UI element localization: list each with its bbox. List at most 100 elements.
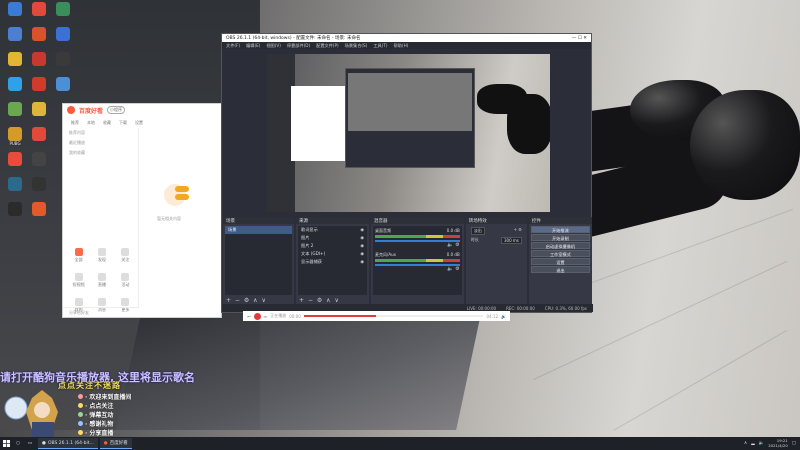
- grid-item[interactable]: 直播: [90, 273, 113, 288]
- empty-illustration: [164, 184, 189, 206]
- source-item[interactable]: 显示器捕获 ◉: [298, 258, 367, 266]
- menu-help[interactable]: 帮助(H): [394, 43, 409, 49]
- desktop-icon[interactable]: [52, 27, 74, 41]
- grid-item[interactable]: 关注: [114, 248, 137, 263]
- volume-icon[interactable]: 🔊: [501, 314, 506, 319]
- transition-select[interactable]: 淡出: [470, 227, 485, 235]
- desktop-icon[interactable]: [4, 52, 26, 66]
- grid-item[interactable]: 全部: [67, 248, 90, 263]
- eye-icon[interactable]: ◉: [360, 259, 364, 265]
- minimize-icon[interactable]: —: [572, 36, 577, 41]
- gear-icon[interactable]: ⚙: [455, 266, 459, 272]
- desktop-icon[interactable]: [4, 152, 26, 166]
- desktop-icon[interactable]: [28, 77, 50, 91]
- app-tab[interactable]: 收藏: [103, 120, 111, 126]
- desktop-icon[interactable]: PUBG: [4, 127, 26, 146]
- chevron-up-icon[interactable]: ∧: [744, 441, 747, 446]
- desktop-icon[interactable]: [28, 52, 50, 66]
- menu-tools[interactable]: 工具(T): [373, 43, 387, 49]
- add-transition-icon[interactable]: + ⚙: [514, 227, 522, 235]
- obs-preview[interactable]: [267, 54, 550, 212]
- menu-file[interactable]: 文件(F): [226, 43, 240, 49]
- desktop-icon[interactable]: [52, 77, 74, 91]
- search-icon[interactable]: ○: [12, 437, 24, 450]
- notification-icon[interactable]: ▢: [792, 441, 796, 446]
- exit-button[interactable]: 退出: [530, 266, 590, 273]
- desktop-icon[interactable]: [28, 177, 50, 191]
- sidebar-item[interactable]: 最近播放: [63, 138, 138, 148]
- desktop-icon[interactable]: [52, 52, 74, 66]
- app-icon: [8, 202, 22, 216]
- speaker-icon[interactable]: 🔈: [447, 266, 453, 272]
- sources-toolbar[interactable]: + − ⚙ ∧ ∨: [299, 297, 340, 304]
- sources-title: 来源: [296, 217, 369, 224]
- desktop-icon[interactable]: [28, 102, 50, 116]
- music-player[interactable]: ⏮ ⏭ 正在播放 00:00 04:12 🔊: [243, 311, 510, 321]
- menu-docks[interactable]: 停靠部件(D): [287, 43, 310, 49]
- next-icon[interactable]: ⏭: [264, 314, 268, 319]
- volume-icon[interactable]: 🔈: [759, 441, 765, 446]
- grid-item[interactable]: 活动: [114, 273, 137, 288]
- desktop-icon[interactable]: [28, 27, 50, 41]
- scene-item[interactable]: 场景: [225, 226, 293, 234]
- desktop-icon[interactable]: [28, 2, 50, 16]
- app-tab[interactable]: 下载: [119, 120, 127, 126]
- app-window[interactable]: 百度好看 小程序 推荐 本地 收藏 下载 设置 推荐内容 最近播放 我的收藏 全…: [62, 103, 222, 318]
- windows-start-icon[interactable]: [0, 437, 12, 450]
- taskbar-item-obs[interactable]: ● OBS 26.1.1 (64-bit...: [38, 438, 98, 449]
- source-item[interactable]: 歌词显示 ◉: [298, 226, 367, 234]
- eye-icon[interactable]: ◉: [360, 243, 364, 249]
- floor-line: [613, 330, 787, 431]
- menu-view[interactable]: 视图(V): [266, 43, 281, 49]
- close-icon[interactable]: ✕: [583, 36, 587, 41]
- app-icon: [32, 2, 46, 16]
- gear-icon[interactable]: ⚙: [455, 242, 459, 248]
- scenes-toolbar[interactable]: + − ⚙ ∧ ∨: [226, 297, 267, 304]
- obs-window[interactable]: OBS 26.1.1 (64-bit, windows) - 配置文件: 未命名…: [221, 33, 593, 313]
- grid-item[interactable]: 发现: [90, 248, 113, 263]
- desktop-icon[interactable]: [28, 202, 50, 216]
- settings-button[interactable]: 设置: [530, 258, 590, 265]
- desktop-icon[interactable]: [28, 152, 50, 166]
- progress-bar[interactable]: [303, 315, 484, 317]
- start-recording-button[interactable]: 开始录制: [530, 234, 590, 241]
- desktop-icon[interactable]: [28, 127, 50, 141]
- start-streaming-button[interactable]: 开始推流: [530, 226, 590, 233]
- app-tab[interactable]: 本地: [87, 120, 95, 126]
- obs-title-bar[interactable]: OBS 26.1.1 (64-bit, windows) - 配置文件: 未命名…: [222, 34, 591, 42]
- source-item[interactable]: 图片 2 ◉: [298, 242, 367, 250]
- prev-icon[interactable]: ⏮: [247, 314, 251, 319]
- menu-profile[interactable]: 配置文件(P): [316, 43, 339, 49]
- app-share-link[interactable]: 分享给好友: [63, 307, 139, 317]
- desktop-icon[interactable]: [4, 177, 26, 191]
- app-tab[interactable]: 设置: [135, 120, 143, 126]
- grid-item[interactable]: 短视频: [67, 273, 90, 288]
- sidebar-item[interactable]: 推荐内容: [63, 128, 138, 138]
- eye-icon[interactable]: ◉: [360, 251, 364, 257]
- menu-edit[interactable]: 编辑(E): [246, 43, 260, 49]
- play-button[interactable]: [253, 312, 261, 320]
- app-badge[interactable]: 小程序: [107, 106, 126, 114]
- sidebar-item[interactable]: 我的收藏: [63, 148, 138, 158]
- eye-icon[interactable]: ◉: [360, 235, 364, 241]
- desktop-icon[interactable]: [4, 27, 26, 41]
- studio-mode-button[interactable]: 工作室模式: [530, 250, 590, 257]
- task-view-icon[interactable]: ▭: [24, 437, 36, 450]
- clock[interactable]: 19:21 2021/4/20: [768, 438, 787, 448]
- desktop-icon[interactable]: [4, 102, 26, 116]
- virtual-camera-button[interactable]: 启动虚拟摄像机: [530, 242, 590, 249]
- desktop-icon[interactable]: [4, 77, 26, 91]
- app-icon: [32, 152, 46, 166]
- app-tab[interactable]: 推荐: [71, 120, 79, 126]
- taskbar-item-app[interactable]: ● 百度好看: [99, 438, 132, 449]
- source-item[interactable]: 文本 (GDI+) ◉: [298, 250, 367, 258]
- desktop-icon[interactable]: [4, 202, 26, 216]
- eye-icon[interactable]: ◉: [360, 227, 364, 233]
- desktop-icon[interactable]: [4, 2, 26, 16]
- network-icon[interactable]: ▂: [751, 441, 754, 446]
- speaker-icon[interactable]: 🔈: [447, 242, 453, 248]
- desktop-icon[interactable]: [52, 2, 74, 16]
- duration-input[interactable]: 300 ms: [500, 237, 522, 244]
- menu-scene-collection[interactable]: 场景集合(S): [345, 43, 368, 49]
- source-item[interactable]: 图片 ◉: [298, 234, 367, 242]
